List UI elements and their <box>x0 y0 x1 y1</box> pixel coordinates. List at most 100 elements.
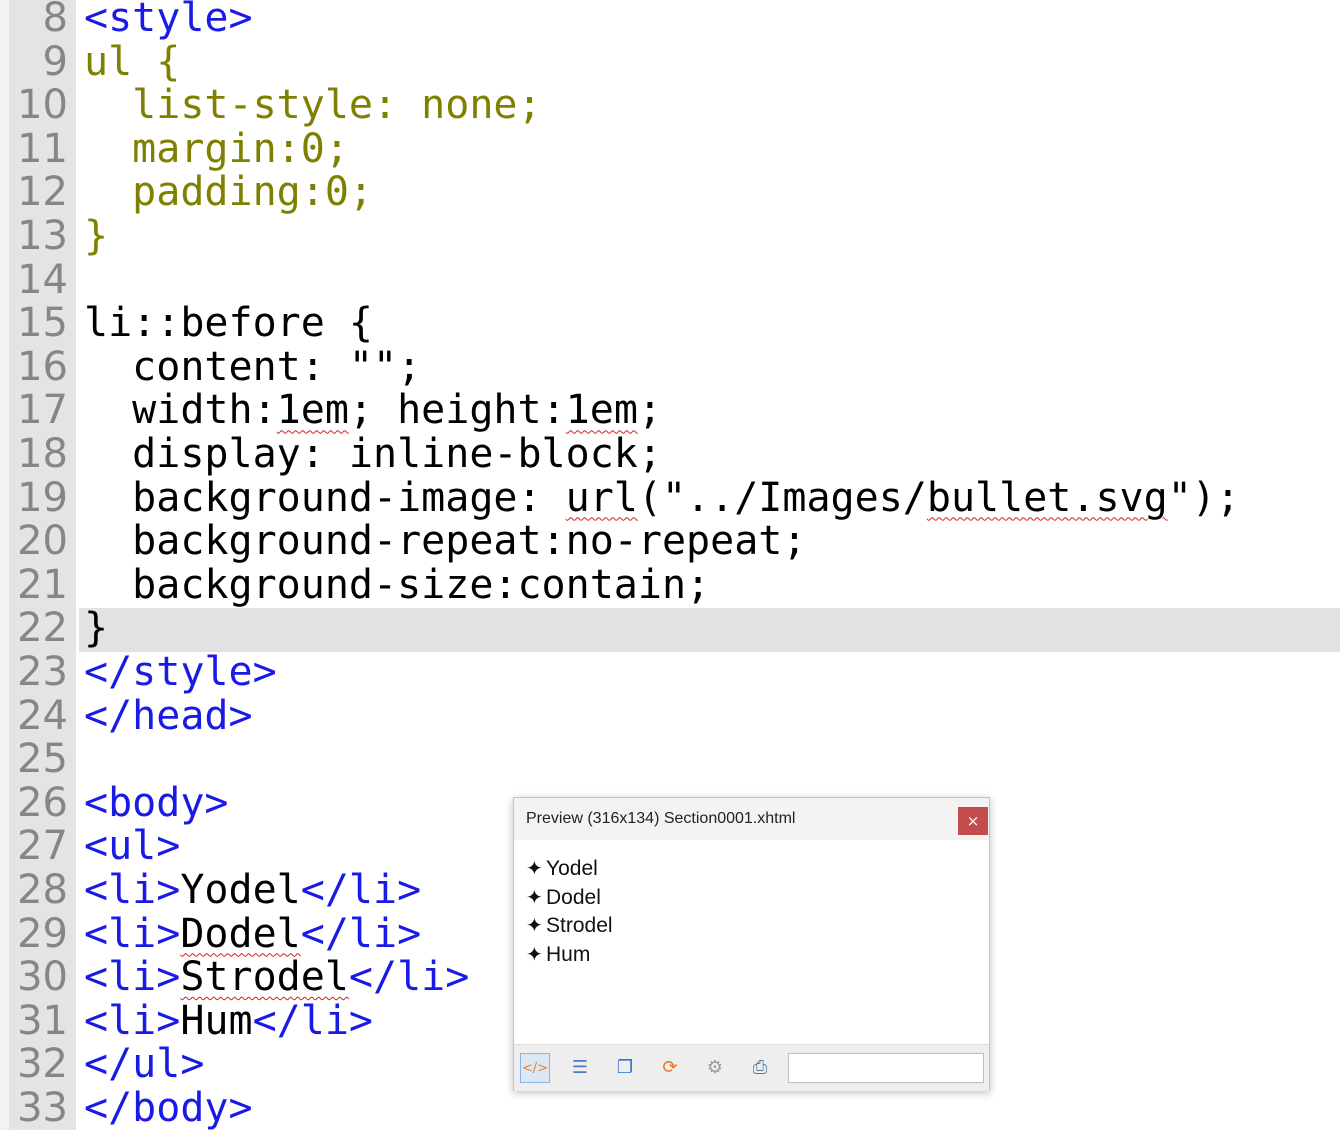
line-number: 10 <box>17 82 68 129</box>
code-line[interactable]: 17 width:1em; height:1em; <box>0 389 1340 433</box>
code-line[interactable]: 11 margin:0; <box>0 125 1340 172</box>
code-text: <li>Dodel</li> <box>84 910 421 957</box>
code-line[interactable]: 9 ul { <box>0 38 1340 85</box>
preview-list-item: ✦ Dodel <box>526 883 613 912</box>
line-number: 21 <box>17 561 68 608</box>
markup-tag: <style> <box>84 0 253 41</box>
markup-tag: </ul> <box>84 1041 205 1088</box>
markup-tag: </body> <box>84 1085 253 1131</box>
dialog-title: Preview (316x134) Section0001.xhtml <box>526 810 796 827</box>
code-line[interactable]: 8 <style> <box>0 0 1340 41</box>
preview-item-label: Strodel <box>546 914 613 938</box>
code-line[interactable]: 15 li::before { <box>0 300 1340 347</box>
markup-tag: <ul> <box>84 823 181 870</box>
code-text: <ul> <box>84 825 180 869</box>
code-text: <body> <box>84 781 229 826</box>
markup-tag: </style> <box>84 649 277 695</box>
markup-tag: </li> <box>252 997 373 1044</box>
line-number: 25 <box>17 736 68 783</box>
close-button[interactable]: × <box>958 807 988 835</box>
code-token: } <box>84 605 109 652</box>
preview-item-label: Yodel <box>546 857 598 880</box>
code-line[interactable]: 25 <box>0 738 1340 782</box>
code-line[interactable]: 33 </body> <box>0 1085 1340 1131</box>
spellcheck-token: 1em <box>276 387 349 434</box>
print-icon[interactable]: ⎙ <box>745 1053 775 1083</box>
line-number: 16 <box>17 343 68 390</box>
line-number: 29 <box>17 910 68 957</box>
spellcheck-token: url <box>565 474 638 521</box>
code-line[interactable]: 14 <box>0 256 1340 303</box>
preview-list-item: ✦ Strodel <box>526 911 613 940</box>
code-line[interactable]: 12 padding:0; <box>0 171 1340 215</box>
css-toggle-icon[interactable]: ⚙ <box>700 1053 730 1083</box>
line-number: 12 <box>17 169 68 216</box>
line-number: 26 <box>17 779 68 826</box>
code-text: } <box>84 607 108 651</box>
code-token: ; height: <box>348 387 566 434</box>
code-token: display: inline-block; <box>84 431 662 477</box>
line-number: 9 <box>42 38 68 85</box>
code-token: li::before { <box>84 300 373 347</box>
line-number: 31 <box>17 997 68 1044</box>
code-text: } <box>84 214 108 259</box>
preview-item-label: Dodel <box>546 885 601 909</box>
bullet-star-icon: ✦ <box>526 856 543 880</box>
code-line[interactable]: 24 </head> <box>0 692 1340 739</box>
spellcheck-token: Strodel <box>180 954 349 1001</box>
code-token: width: <box>84 387 277 434</box>
code-token: content: ""; <box>84 343 422 390</box>
line-number: 8 <box>42 0 68 41</box>
code-line[interactable]: 23 </style> <box>0 649 1340 695</box>
markup-tag: <li> <box>84 910 181 957</box>
code-line[interactable]: 18 display: inline-block; <box>0 431 1340 477</box>
line-number: 22 <box>17 605 68 652</box>
line-number: 14 <box>17 256 68 303</box>
refresh-icon[interactable]: ⟳ <box>655 1053 685 1083</box>
preview-content: ✦ Yodel ✦ Dodel ✦ Strodel ✦ Hum <box>526 854 613 969</box>
line-number: 28 <box>17 867 68 913</box>
text-view-icon[interactable]: ☰ <box>565 1053 595 1083</box>
code-text: background-image: url("../Images/bullet.… <box>84 474 1240 521</box>
line-number: 15 <box>17 300 68 347</box>
preview-list-item: ✦ Yodel <box>526 854 613 883</box>
markup-tag: <li> <box>84 997 181 1044</box>
code-text: background-repeat:no-repeat; <box>84 519 806 564</box>
code-text: <style> <box>84 0 253 41</box>
code-text: <li>Hum</li> <box>84 997 373 1044</box>
code-line[interactable]: 13} <box>0 214 1340 259</box>
line-number: 20 <box>17 518 68 565</box>
dialog-title-bar[interactable]: Preview (316x134) Section0001.xhtml × <box>514 798 989 840</box>
preview-list: ✦ Yodel ✦ Dodel ✦ Strodel ✦ Hum <box>526 854 613 969</box>
search-input[interactable] <box>788 1053 984 1083</box>
line-number: 23 <box>17 649 68 695</box>
line-number: 24 <box>17 692 68 739</box>
code-line[interactable]: 21 background-size:contain; <box>0 561 1340 608</box>
code-token: ("../Images/ <box>637 474 927 521</box>
code-text: width:1em; height:1em; <box>84 389 662 433</box>
spellcheck-token: Dodel <box>180 910 301 957</box>
markup-tag: </li> <box>348 954 470 1001</box>
line-number: 30 <box>17 954 68 1001</box>
code-line[interactable]: 20 background-repeat:no-repeat; <box>0 518 1340 565</box>
code-line[interactable]: 22} <box>0 607 1340 651</box>
bullet-star-icon: ✦ <box>526 913 543 938</box>
code-token: "); <box>1167 474 1240 521</box>
preview-item-label: Hum <box>546 943 591 967</box>
code-text: margin:0; <box>84 127 349 172</box>
code-token: list-style: none; <box>84 82 542 129</box>
markup-tag: </li> <box>300 867 422 913</box>
code-token: Yodel <box>180 867 301 913</box>
code-line[interactable]: 19 background-image: url("../Images/bull… <box>0 474 1340 521</box>
line-number: 18 <box>17 431 68 477</box>
code-text: </style> <box>84 649 277 695</box>
code-line[interactable]: 16 content: ""; <box>0 343 1340 390</box>
copy-icon[interactable]: ❐ <box>610 1053 640 1083</box>
code-text: <li>Strodel</li> <box>84 954 470 1001</box>
markup-tag: <li> <box>84 867 181 913</box>
code-view-icon[interactable]: </> <box>520 1053 550 1083</box>
code-token: background-size:contain; <box>84 561 711 608</box>
line-number: 11 <box>17 125 68 172</box>
line-number: 19 <box>17 474 68 521</box>
code-line[interactable]: 10 list-style: none; <box>0 82 1340 129</box>
